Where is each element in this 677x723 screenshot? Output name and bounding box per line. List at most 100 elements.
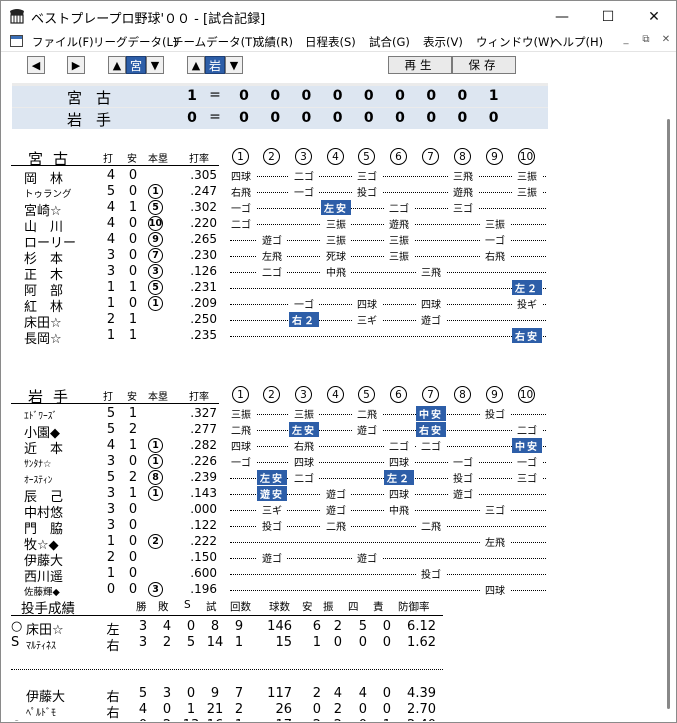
- vertical-scrollbar[interactable]: [662, 79, 676, 721]
- home-runs-value: 3: [148, 264, 163, 279]
- batter-name[interactable]: トゥラング: [24, 186, 72, 200]
- at-bat-result: 二ゴ: [416, 438, 446, 453]
- away-total-runs: 1: [187, 88, 197, 104]
- play-button[interactable]: 再生: [388, 56, 452, 74]
- save-button[interactable]: 保存: [452, 56, 516, 74]
- team1-down-button[interactable]: ▼: [146, 56, 164, 74]
- team1-select[interactable]: 宮: [126, 56, 146, 74]
- pitcher-name[interactable]: ﾍﾟﾙﾄﾞﾓ: [26, 704, 56, 719]
- pitcher-name[interactable]: ゲラ☆: [26, 718, 64, 721]
- batter-row: 岡 林 4 0.305 四球 二ゴ 三ゴ 三飛 三振: [6, 168, 656, 187]
- arrow-left-icon: ◀: [31, 58, 41, 72]
- next-game-button[interactable]: ▶: [67, 56, 85, 74]
- at-bats: 0: [106, 582, 116, 597]
- at-bat-result: 三飛: [416, 264, 446, 279]
- at-bat-result: 一ゴ: [226, 454, 256, 469]
- scrollbar-thumb[interactable]: [667, 119, 670, 709]
- hits: 0: [128, 550, 138, 565]
- at-bat-result: 四球: [384, 454, 414, 469]
- pitcher-s: 1: [186, 702, 196, 717]
- batter-row: ローリー 4 0 9.265 遊ゴ 三振 三振 一ゴ: [6, 232, 656, 251]
- pitcher-name[interactable]: ﾏﾙﾃｨﾈｽ: [26, 637, 56, 652]
- batter-name[interactable]: ｻﾝﾀﾅ☆: [24, 456, 52, 470]
- team2-down-button[interactable]: ▼: [225, 56, 243, 74]
- batter-name[interactable]: ｴﾄﾞﾜｰｽﾞ: [24, 408, 57, 422]
- at-bats: 3: [106, 486, 116, 501]
- away_batting-header-underline: [11, 165, 219, 166]
- pitching-header: 責: [373, 601, 384, 613]
- at-bat-result: 四球: [226, 168, 256, 183]
- away-inning-8: 0: [457, 88, 468, 104]
- team2-select[interactable]: 岩: [205, 56, 225, 74]
- window-title: ベストプレープロ野球'００ - [試合記録]: [31, 12, 266, 27]
- home-runs-value: 3: [148, 582, 163, 597]
- at-bat-result: 左安: [321, 200, 351, 215]
- batting-average: .231: [190, 280, 217, 294]
- batting-average: .239: [190, 470, 217, 484]
- team1-up-button[interactable]: ▲: [108, 56, 126, 74]
- minimize-button[interactable]: —: [539, 1, 585, 32]
- at-bats: 5: [106, 470, 116, 485]
- menu-schedule[interactable]: 日程表(S): [305, 34, 356, 50]
- at-bat-track: [230, 288, 546, 289]
- batting-average: .222: [190, 534, 217, 548]
- inning-10-header: 10: [518, 386, 535, 403]
- pitcher-er: 0: [382, 686, 391, 701]
- inning-2-header: 2: [263, 386, 280, 403]
- close-button[interactable]: ✕: [631, 1, 677, 32]
- menu-help[interactable]: ヘルプ(H): [551, 34, 603, 50]
- scoreboard-away-row: 宮古 1 = 0 0 0 0 0 0 0 0 1: [12, 86, 548, 107]
- inning-4-header: 4: [327, 148, 344, 165]
- batter-name[interactable]: 長岡☆: [24, 328, 62, 347]
- pitcher-g: 8: [210, 619, 220, 634]
- hits: 0: [128, 518, 138, 533]
- document-icon[interactable]: [10, 35, 23, 47]
- hits: 2: [128, 470, 138, 485]
- batter-row: 辰 己 3 1 1.143 遊安 遊ゴ 四球 遊ゴ: [6, 486, 656, 505]
- at-bat-result: 三振: [480, 216, 510, 231]
- at-bat-result: 三ギ: [257, 502, 287, 517]
- batter-row: 阿 部 1 1 5.231 左２: [6, 280, 656, 299]
- team2-up-button[interactable]: ▲: [187, 56, 205, 74]
- at-bat-result: 三飛: [448, 168, 478, 183]
- batter-name[interactable]: ｵｰｽﾃｨﾝ: [24, 472, 53, 486]
- away-inning-5: 0: [363, 88, 374, 104]
- menu-league-data[interactable]: リーグデータ(L): [93, 34, 177, 50]
- pitching-header: 四: [348, 601, 359, 613]
- batter-row: 伊藤大 2 0.150 遊ゴ 遊ゴ: [6, 550, 656, 569]
- batter-row: 牧☆◆ 1 0 2.222 左飛: [6, 534, 656, 553]
- menu-team-data[interactable]: チームデータ(T): [172, 34, 257, 50]
- menu-view[interactable]: 表示(V): [423, 34, 463, 50]
- menu-game[interactable]: 試合(G): [369, 34, 410, 50]
- home-runs: 3: [148, 582, 165, 597]
- at-bat-result: 二飛: [226, 422, 256, 437]
- at-bat-result: 三振: [321, 216, 351, 231]
- pitcher-l: 2: [162, 635, 172, 650]
- menu-window[interactable]: ウィンドウ(W): [476, 34, 554, 50]
- hits: 1: [128, 486, 138, 501]
- at-bat-result: 三振: [384, 232, 414, 247]
- at-bat-result: 投ギ: [512, 296, 542, 311]
- mdi-restore-button[interactable]: ⧉: [637, 34, 655, 45]
- batter-name[interactable]: 佐藤輝◆: [24, 584, 60, 598]
- batting-average: .282: [190, 438, 217, 452]
- prev-game-button[interactable]: ◀: [27, 56, 45, 74]
- menu-file[interactable]: ファイル(F): [32, 34, 94, 50]
- maximize-button[interactable]: ☐: [585, 1, 631, 32]
- hits: 0: [128, 566, 138, 581]
- hits: 0: [128, 502, 138, 517]
- at-bat-result: 三ギ: [352, 312, 382, 327]
- inning-1-header: 1: [232, 386, 249, 403]
- mdi-close-button[interactable]: ✕: [657, 34, 675, 45]
- at-bat-result: 三振: [289, 406, 319, 421]
- mdi-minimize-button[interactable]: _: [617, 34, 635, 45]
- batting-average: .122: [190, 518, 217, 532]
- pitcher-s: 5: [186, 635, 196, 650]
- hits: 1: [128, 312, 138, 327]
- inning-3-header: 3: [295, 386, 312, 403]
- away-inning-2: 0: [270, 88, 281, 104]
- game-record-pane: 宮古 1 = 000000001 岩手 0 = 000000000 宮古打安本塁…: [6, 79, 661, 721]
- menu-stats[interactable]: 成績(R): [253, 34, 293, 50]
- hits: 0: [128, 534, 138, 549]
- arrow-down-icon: ▼: [229, 58, 239, 72]
